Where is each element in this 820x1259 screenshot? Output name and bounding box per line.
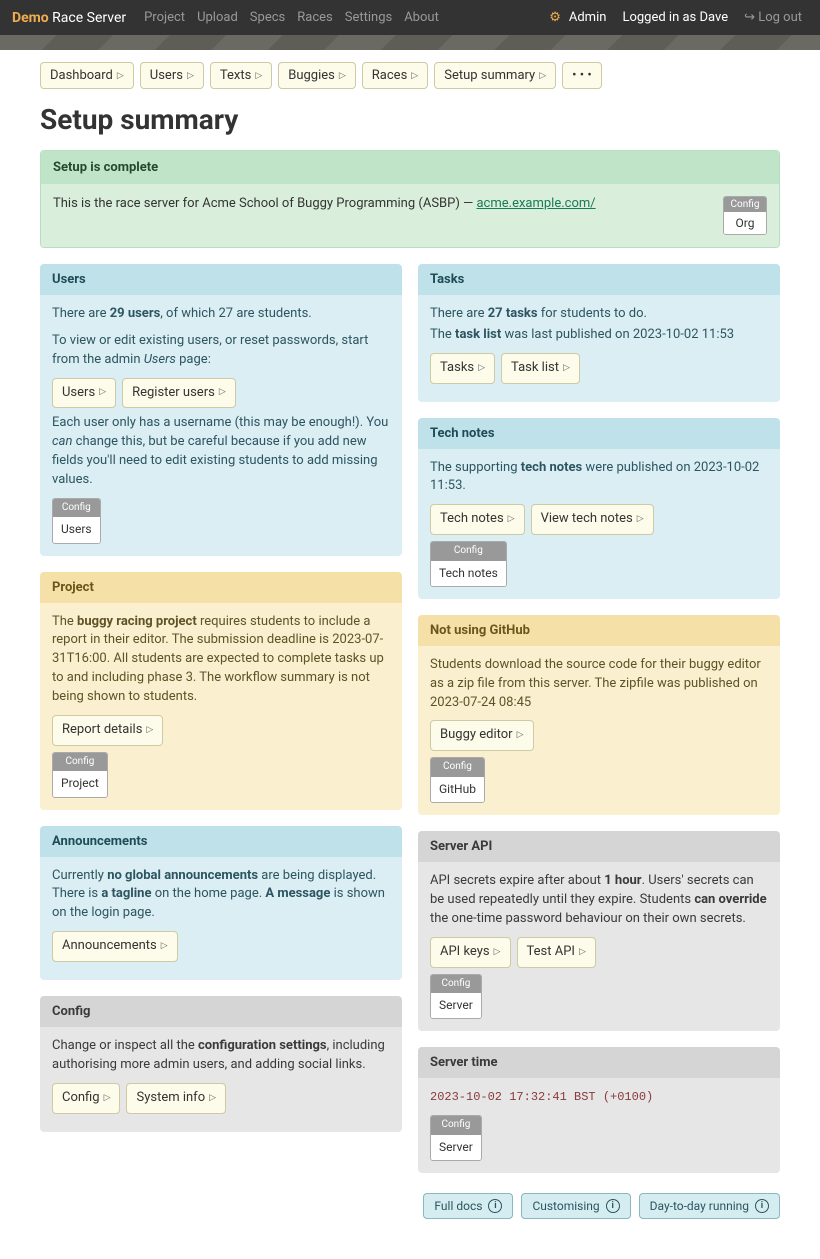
nav-races[interactable]: Races	[297, 10, 333, 25]
triangle-icon: ▷	[117, 71, 124, 81]
card-github: Not using GitHub Students download the s…	[418, 615, 780, 815]
config-button[interactable]: Config▷	[52, 1083, 120, 1114]
pill-texts[interactable]: Texts▷	[210, 62, 272, 89]
register-users-button[interactable]: Register users▷	[122, 378, 236, 409]
full-docs-button[interactable]: Full docsi	[423, 1193, 513, 1219]
system-info-button[interactable]: System info▷	[126, 1083, 226, 1114]
main-navbar: Demo Race Server Project Upload Specs Ra…	[0, 0, 820, 35]
pill-buggies[interactable]: Buggies▷	[278, 62, 356, 89]
nav-project[interactable]: Project	[144, 10, 185, 25]
card-server-time: Server time 2023-10-02 17:32:41 BST (+01…	[418, 1047, 780, 1173]
brand[interactable]: Demo Race Server	[12, 10, 126, 26]
admin-pill-row: Dashboard▷ Users▷ Texts▷ Buggies▷ Races▷…	[40, 62, 780, 89]
setup-complete-title: Setup is complete	[41, 151, 779, 184]
pill-dashboard[interactable]: Dashboard▷	[40, 62, 134, 89]
task-list-button[interactable]: Task list▷	[501, 353, 580, 384]
page-title: Setup summary	[40, 103, 780, 136]
view-tech-notes-button[interactable]: View tech notes▷	[531, 504, 654, 535]
config-users-button[interactable]: ConfigUsers	[52, 498, 101, 544]
config-project-button[interactable]: ConfigProject	[52, 752, 108, 798]
config-technotes-button[interactable]: ConfigTech notes	[430, 541, 507, 587]
nav-logout[interactable]: ↪ Log out	[744, 10, 802, 25]
report-details-button[interactable]: Report details▷	[52, 715, 163, 746]
card-server-api: Server API API secrets expire after abou…	[418, 831, 780, 1031]
config-github-button[interactable]: ConfigGitHub	[430, 757, 485, 803]
config-server-time-button[interactable]: ConfigServer	[430, 1115, 482, 1161]
buggy-editor-button[interactable]: Buggy editor▷	[430, 720, 534, 751]
test-api-button[interactable]: Test API▷	[517, 937, 596, 968]
tasks-button[interactable]: Tasks▷	[430, 353, 495, 384]
info-icon: i	[488, 1199, 502, 1213]
card-tasks: Tasks There are 27 tasks for students to…	[418, 264, 780, 402]
card-tech-notes: Tech notes The supporting tech notes wer…	[418, 418, 780, 599]
config-server-api-button[interactable]: ConfigServer	[430, 974, 482, 1020]
nav-specs[interactable]: Specs	[250, 10, 285, 25]
card-config: Config Change or inspect all the configu…	[40, 996, 402, 1132]
setup-complete-desc: This is the race server for Acme School …	[53, 196, 596, 211]
card-project: Project The buggy racing project require…	[40, 572, 402, 810]
org-link[interactable]: acme.example.com/	[476, 196, 595, 211]
day-to-day-button[interactable]: Day-to-day runningi	[639, 1193, 780, 1219]
pill-users[interactable]: Users▷	[140, 62, 204, 89]
logged-in-label: Logged in as Dave	[622, 10, 728, 25]
info-icon: i	[755, 1199, 769, 1213]
nav-admin[interactable]: Admin	[569, 10, 607, 25]
gear-icon: ⚙	[549, 10, 561, 25]
tech-notes-button[interactable]: Tech notes▷	[430, 504, 525, 535]
pill-races[interactable]: Races▷	[362, 62, 428, 89]
nav-about[interactable]: About	[404, 10, 439, 25]
pill-more[interactable]: • • •	[562, 62, 602, 89]
setup-complete-panel: Setup is complete This is the race serve…	[40, 150, 780, 248]
pill-setup-summary[interactable]: Setup summary▷	[434, 62, 556, 89]
config-org-button[interactable]: Config Org	[723, 196, 767, 235]
customising-button[interactable]: Customisingi	[521, 1193, 630, 1219]
card-users: Users There are 29 users, of which 27 ar…	[40, 264, 402, 556]
info-icon: i	[606, 1199, 620, 1213]
banner-stripe	[0, 35, 820, 50]
nav-upload[interactable]: Upload	[197, 10, 238, 25]
footer-pills: Full docsi Customisingi Day-to-day runni…	[40, 1193, 780, 1219]
api-keys-button[interactable]: API keys▷	[430, 937, 511, 968]
announcements-button[interactable]: Announcements▷	[52, 931, 178, 962]
server-time-value: 2023-10-02 17:32:41 BST (+0100)	[430, 1090, 653, 1104]
users-button[interactable]: Users▷	[52, 378, 116, 409]
card-announcements: Announcements Currently no global announ…	[40, 826, 402, 980]
nav-settings[interactable]: Settings	[345, 10, 392, 25]
